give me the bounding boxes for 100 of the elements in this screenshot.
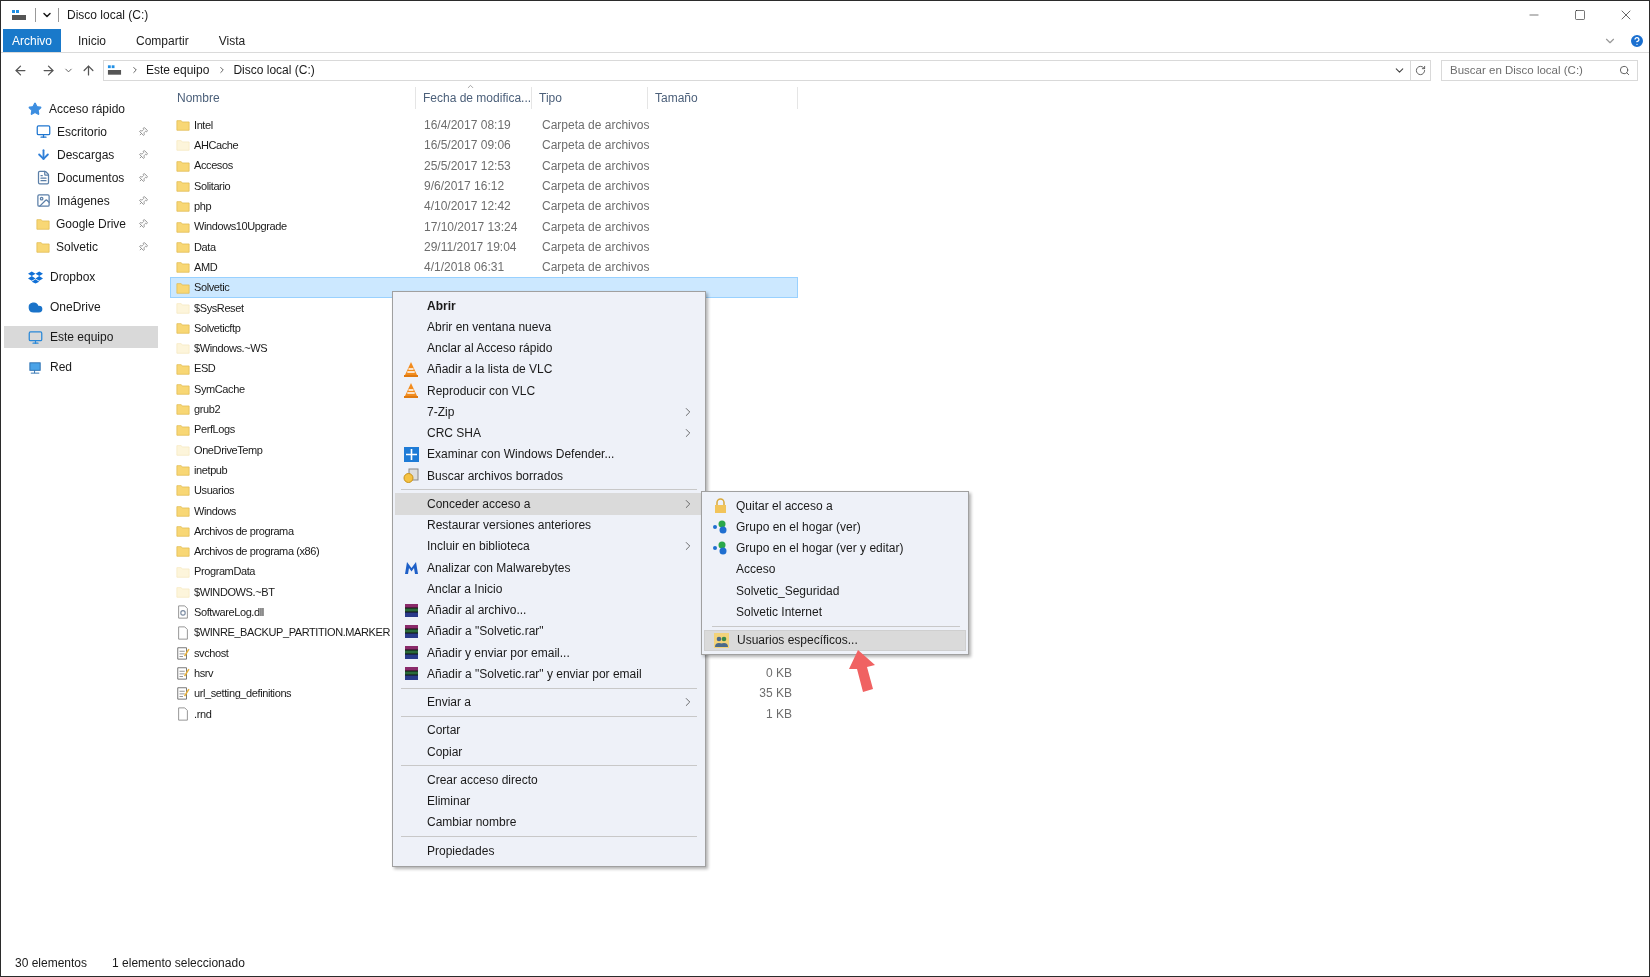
file-name[interactable]: $Windows.~WS — [194, 340, 268, 357]
menu-item[interactable]: 7-Zip — [395, 401, 703, 423]
column-header[interactable]: Nombre — [170, 87, 416, 109]
file-name[interactable]: hsrv — [194, 664, 214, 682]
file-name[interactable]: $SysReset — [194, 299, 244, 317]
nav-item[interactable]: Acceso rápido — [4, 98, 158, 120]
menu-item[interactable]: Copiar — [395, 741, 703, 763]
menu-item[interactable]: Buscar archivos borrados — [395, 465, 703, 487]
date-cell: 25/5/2017 12:53 — [424, 158, 511, 173]
file-name[interactable]: Intel — [194, 116, 213, 134]
file-name[interactable]: Archivos de programa (x86) — [194, 543, 320, 560]
menu-item[interactable]: Usuarios específicos... — [704, 629, 966, 651]
nav-item[interactable]: Google Drive — [4, 212, 158, 235]
address-bar[interactable]: Este equipo Disco local (C:) — [103, 59, 1411, 81]
monitor-icon — [36, 124, 51, 139]
menu-item[interactable]: Añadir a la lista de VLC — [395, 358, 703, 380]
nav-item[interactable]: Dropbox — [4, 266, 158, 288]
file-name[interactable]: php — [194, 198, 212, 215]
file-name[interactable]: SoftwareLog.dll — [194, 604, 264, 621]
size-cell: 35 KB — [759, 686, 792, 701]
file-name[interactable]: AMD — [194, 258, 218, 276]
menu-item[interactable]: Solvetic_Seguridad — [704, 580, 966, 602]
menu-item[interactable]: CRC SHA — [395, 422, 703, 444]
file-name[interactable]: PerfLogs — [194, 421, 235, 438]
ribbon-tab[interactable]: Vista — [205, 29, 259, 52]
type-cell: Carpeta de archivos — [542, 199, 650, 214]
file-name[interactable]: $WINRE_BACKUP_PARTITION.MARKER — [194, 624, 391, 641]
menu-item[interactable]: Examinar con Windows Defender... — [395, 443, 703, 465]
menu-item[interactable]: Añadir a "Solvetic.rar" — [395, 620, 703, 642]
file-name[interactable]: Solitario — [194, 177, 231, 195]
file-name[interactable]: AHCache — [194, 137, 239, 154]
file-name[interactable]: inetpub — [194, 461, 228, 479]
ribbon-tab[interactable]: Archivo — [3, 29, 61, 52]
file-name[interactable]: Usuarios — [194, 482, 235, 499]
menu-item[interactable]: Anclar al Acceso rápido — [395, 337, 703, 359]
file-name[interactable]: $WINDOWS.~BT — [194, 583, 275, 601]
file-name[interactable]: Windows10Upgrade — [194, 218, 287, 235]
menu-item[interactable]: Añadir y enviar por email... — [395, 642, 703, 664]
menu-item[interactable]: Quitar el acceso a — [704, 495, 966, 517]
nav-item[interactable]: Este equipo — [4, 326, 158, 348]
menu-item[interactable]: Solvetic Internet — [704, 601, 966, 623]
menu-item[interactable]: Cortar — [395, 719, 703, 741]
file-name[interactable]: Data — [194, 238, 216, 256]
file-name[interactable]: Accesos — [194, 157, 233, 174]
back-button[interactable] — [13, 62, 28, 78]
menu-item[interactable]: Añadir a "Solvetic.rar" y enviar por email — [395, 663, 703, 685]
menu-item[interactable]: Añadir al archivo... — [395, 599, 703, 621]
menu-item[interactable]: Abrir — [395, 295, 703, 317]
menu-item[interactable]: Grupo en el hogar (ver y editar) — [704, 537, 966, 559]
file-name[interactable]: grub2 — [194, 401, 221, 418]
menu-item[interactable]: Abrir en ventana nueva — [395, 316, 703, 338]
column-header[interactable]: Fecha de modifica... — [416, 87, 532, 109]
nav-item[interactable]: Imágenes — [4, 189, 158, 212]
file-name[interactable]: Solvetic — [194, 279, 230, 296]
breadcrumb[interactable]: Disco local (C:) — [233, 61, 315, 79]
nav-item[interactable]: Solvetic — [4, 235, 158, 258]
menu-item[interactable]: Analizar con Malwarebytes — [395, 557, 703, 579]
nav-item[interactable]: Red — [4, 356, 158, 378]
menu-item[interactable]: Restaurar versiones anteriores — [395, 514, 703, 536]
refresh-icon[interactable] — [1415, 64, 1426, 76]
date-cell: 29/11/2017 19:04 — [424, 239, 517, 254]
type-cell: Carpeta de archivos — [542, 158, 650, 173]
file-name[interactable]: ProgramData — [194, 563, 255, 580]
search-field[interactable]: Buscar en Disco local (C:) — [1441, 59, 1638, 81]
file-name[interactable]: Archivos de programa — [194, 522, 294, 540]
forward-button[interactable] — [41, 62, 56, 78]
file-name[interactable]: url_setting_definitions — [194, 685, 292, 702]
menu-item[interactable]: Incluir en biblioteca — [395, 535, 703, 557]
menu-item[interactable]: Enviar a — [395, 691, 703, 713]
menu-item[interactable]: Conceder acceso a — [395, 493, 703, 515]
help-icon[interactable] — [1629, 32, 1645, 49]
menu-item[interactable]: Anclar a Inicio — [395, 578, 703, 600]
up-button[interactable] — [81, 62, 96, 78]
breadcrumb[interactable]: Este equipo — [146, 61, 210, 79]
menu-item[interactable]: Cambiar nombre — [395, 811, 703, 833]
nav-item[interactable]: OneDrive — [4, 296, 158, 318]
ribbon-tab[interactable]: Compartir — [123, 29, 202, 52]
nav-item[interactable]: Descargas — [4, 143, 158, 166]
maximize-icon[interactable] — [1574, 9, 1586, 21]
menu-item[interactable]: Reproducir con VLC — [395, 380, 703, 402]
column-header[interactable]: Tipo — [532, 87, 648, 109]
file-name[interactable]: SymCache — [194, 380, 245, 398]
nav-item[interactable]: Documentos — [4, 166, 158, 189]
file-name[interactable]: OneDriveTemp — [194, 441, 263, 459]
drive-icon — [11, 9, 27, 21]
file-name[interactable]: .rnd — [194, 705, 212, 722]
menu-item[interactable]: Grupo en el hogar (ver) — [704, 516, 966, 538]
file-name[interactable]: ESD — [194, 360, 216, 377]
file-name[interactable]: Windows — [194, 502, 236, 520]
file-name[interactable]: Solveticftp — [194, 319, 241, 337]
menu-item[interactable]: Propiedades — [395, 840, 703, 862]
menu-item[interactable]: Eliminar — [395, 790, 703, 812]
menu-item[interactable]: Acceso — [704, 558, 966, 580]
nav-item[interactable]: Escritorio — [4, 120, 158, 143]
column-header[interactable]: Tamaño — [648, 87, 798, 109]
file-name[interactable]: svchost — [194, 644, 229, 662]
size-cell: 0 KB — [766, 666, 792, 681]
computer-icon — [107, 64, 122, 76]
menu-item[interactable]: Crear acceso directo — [395, 769, 703, 791]
ribbon-tab[interactable]: Inicio — [65, 29, 120, 52]
